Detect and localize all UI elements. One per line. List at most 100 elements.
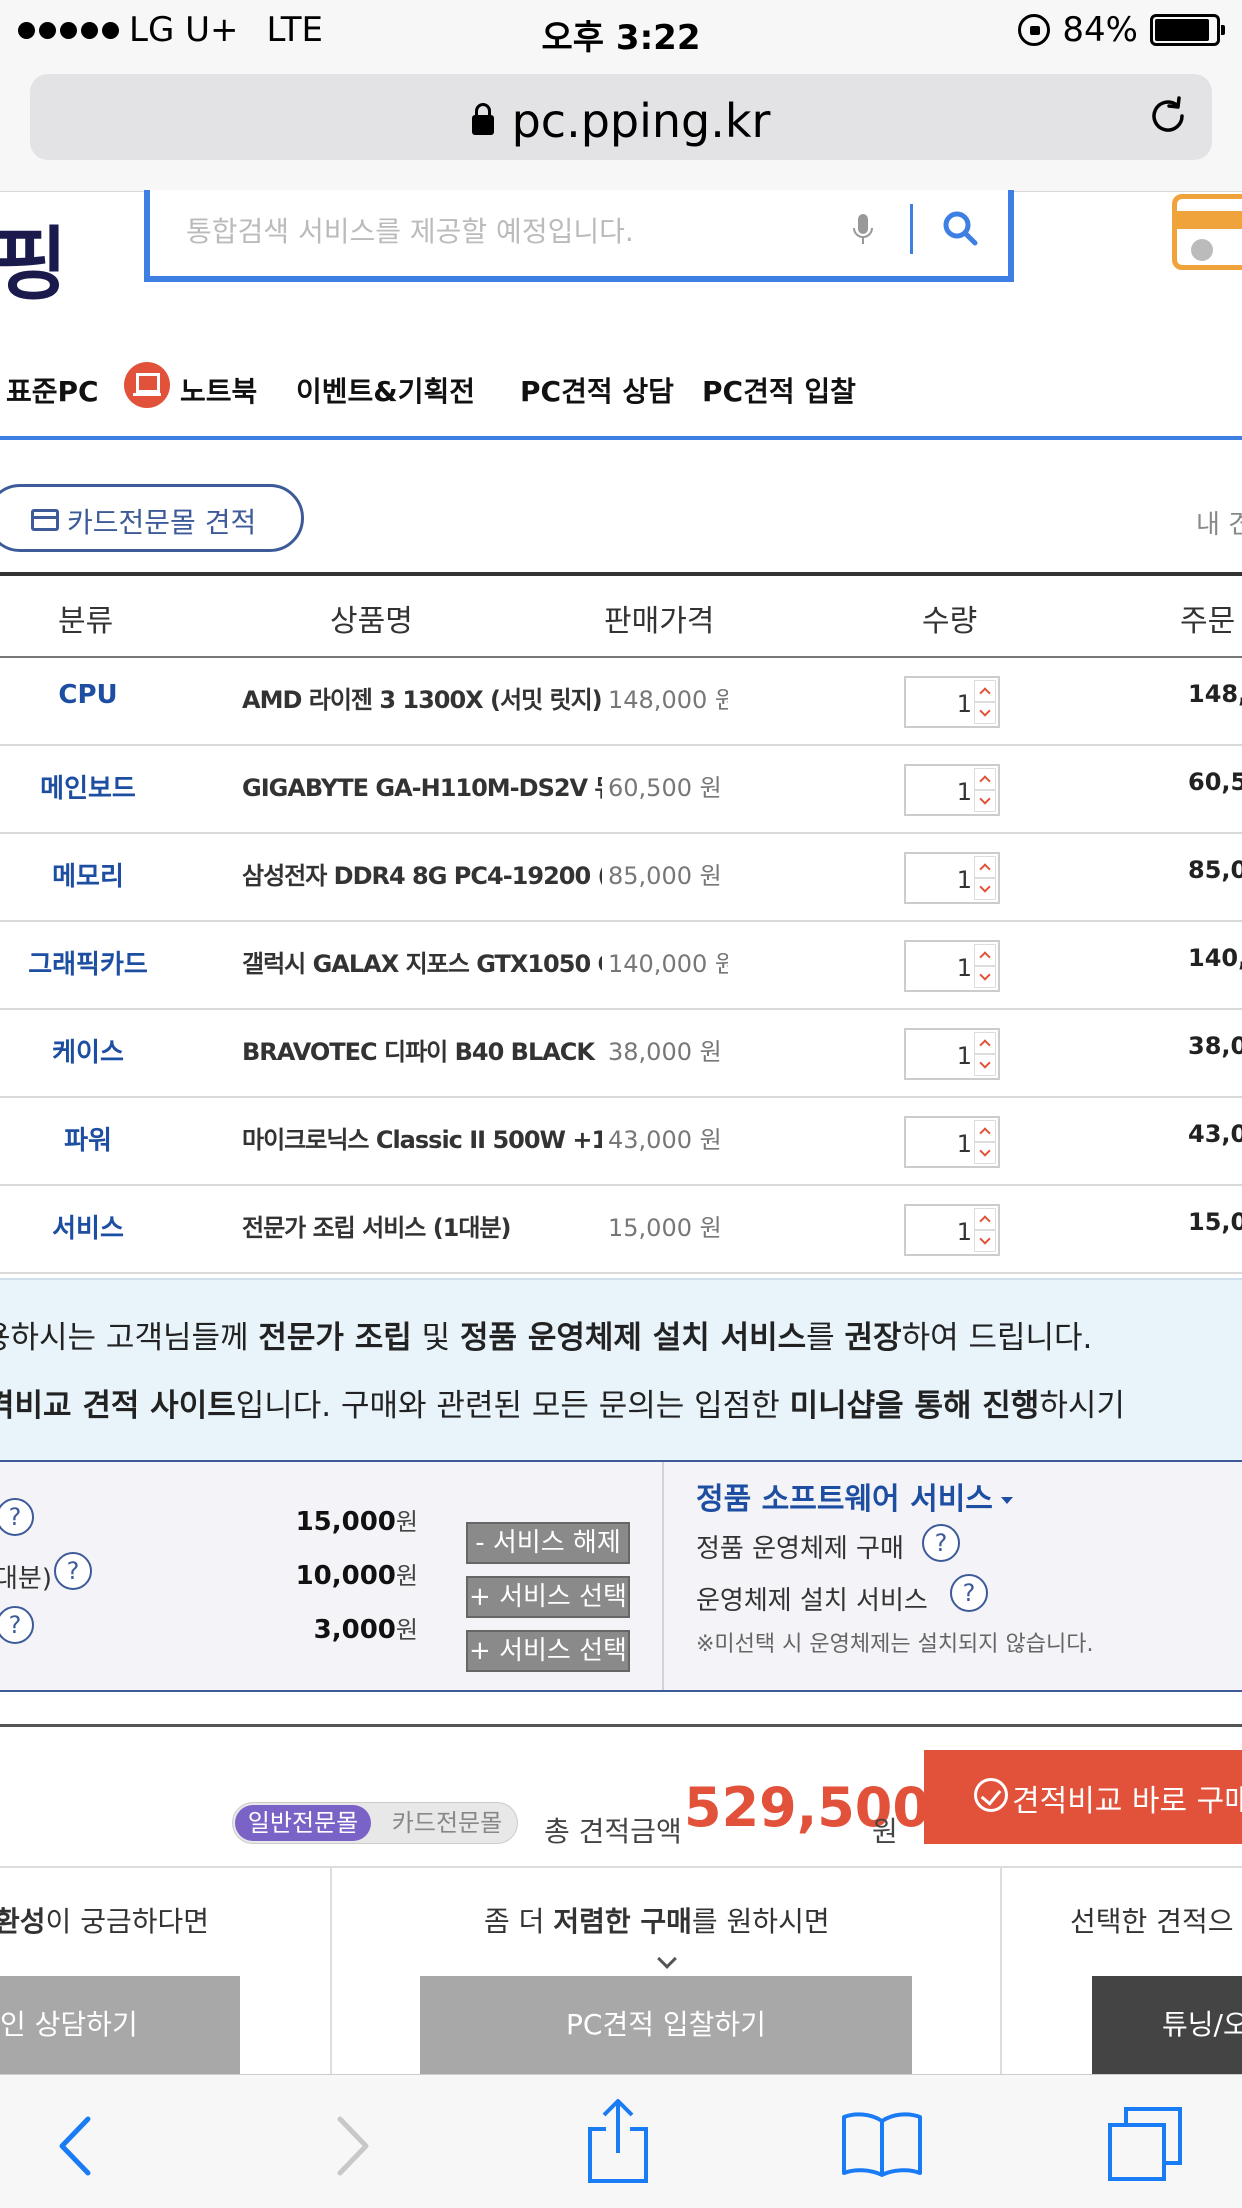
quantity-stepper[interactable]: 1 — [904, 676, 1000, 728]
nav-item-notebook[interactable]: 노트북 — [180, 370, 257, 410]
nav-item-standard-pc[interactable]: 표준PC — [6, 370, 99, 410]
row-category[interactable]: 그래픽카드 — [0, 944, 176, 981]
services-panel: ? 15,000원 - 서비스 해제 대분) ? 10,000원 + 서비스 선… — [0, 1460, 1242, 1692]
chevron-down-icon[interactable] — [974, 878, 996, 900]
tuning-button[interactable]: 튜닝/오 — [1092, 1976, 1242, 2074]
row-price: 15,000 원 — [608, 1214, 722, 1242]
software-service-dropdown[interactable]: 정품 소프트웨어 서비스 — [696, 1474, 1013, 1518]
help-icon[interactable]: ? — [950, 1574, 988, 1612]
tabs-icon[interactable] — [1106, 2105, 1184, 2183]
quantity-stepper[interactable]: 1 — [904, 940, 1000, 992]
promo-text: 이 궁금하다면 — [45, 1905, 209, 1938]
bid-button[interactable]: PC견적 입찰하기 — [420, 1976, 912, 2074]
chevron-down-icon[interactable] — [974, 966, 996, 988]
row-product-name[interactable]: 삼성전자 DDR4 8G PC4-19200 (정품) — [242, 856, 602, 891]
chevron-up-icon[interactable] — [974, 768, 996, 790]
table-row: 메인보드 GIGABYTE GA-H110M-DS2V 듀러블60,500 원 1 6… — [0, 746, 1242, 834]
row-category[interactable]: 메인보드 — [0, 768, 176, 805]
url-display[interactable]: pc.pping.kr — [30, 94, 1212, 148]
quantity-stepper[interactable]: 1 — [904, 764, 1000, 816]
site-logo[interactable]: 핑 — [0, 200, 68, 316]
chevron-down-icon[interactable] — [974, 790, 996, 812]
row-category[interactable]: CPU — [0, 680, 176, 710]
quantity-stepper[interactable]: 1 — [904, 1116, 1000, 1168]
chevron-down-icon[interactable] — [974, 1054, 996, 1076]
share-icon[interactable] — [586, 2099, 650, 2185]
chevron-up-icon[interactable] — [974, 1208, 996, 1230]
os-install-label: 운영체제 설치 서비스 — [696, 1586, 928, 1616]
service-price-assembly: 15,000원 — [218, 1502, 418, 1537]
quantity-value[interactable]: 1 — [906, 690, 972, 718]
row-product-name[interactable]: 마이크로닉스 Classic II 500W +12V — [242, 1120, 602, 1155]
service-cancel-button[interactable]: - 서비스 해제 — [466, 1522, 630, 1564]
quantity-value[interactable]: 1 — [906, 1218, 972, 1246]
row-category[interactable]: 케이스 — [0, 1032, 176, 1069]
toggle-card-mall[interactable]: 카드전문몰 — [379, 1805, 515, 1841]
nav-item-consult[interactable]: PC견적 상담 — [520, 370, 674, 410]
bookmarks-icon[interactable] — [840, 2111, 924, 2177]
search-input[interactable]: 통합검색 서비스를 제공할 예정입니다. — [186, 210, 634, 250]
promo-text-tuning: 선택한 견적으 — [1070, 1905, 1234, 1938]
nav-item-events[interactable]: 이벤트&기획전 — [296, 370, 475, 410]
service-select-button[interactable]: + 서비스 선택 — [466, 1630, 630, 1672]
row-product-name[interactable]: GIGABYTE GA-H110M-DS2V 듀러블 — [242, 768, 602, 803]
total-label: 총 견적금액 — [544, 1815, 682, 1848]
chevron-down-icon[interactable] — [974, 1230, 996, 1252]
row-product-name[interactable]: AMD 라이젠 3 1300X (서밋 릿지) (정품) — [242, 680, 602, 715]
row-product-name[interactable]: BRAVOTEC 디파이 B40 BLACK — [242, 1032, 602, 1067]
promo-text: 좀 더 — [484, 1905, 554, 1938]
card-promo-icon[interactable] — [1172, 194, 1242, 270]
quantity-value[interactable]: 1 — [906, 778, 972, 806]
row-product-name[interactable]: 갤럭시 GALAX 지포스 GTX1050 OC — [242, 944, 602, 979]
help-icon[interactable]: ? — [0, 1498, 34, 1536]
chevron-up-icon[interactable] — [974, 1032, 996, 1054]
chevron-down-icon[interactable] — [974, 1142, 996, 1164]
help-icon[interactable]: ? — [54, 1552, 92, 1590]
row-category[interactable]: 서비스 — [0, 1208, 176, 1245]
service-select-button[interactable]: + 서비스 선택 — [466, 1576, 630, 1618]
row-category[interactable]: 파워 — [0, 1120, 176, 1157]
chevron-up-icon[interactable] — [974, 944, 996, 966]
toggle-general-mall[interactable]: 일반전문몰 — [235, 1805, 371, 1841]
laptop-icon[interactable] — [124, 362, 170, 408]
browser-chrome: pc.pping.kr — [0, 62, 1242, 192]
consult-button[interactable]: 인 상담하기 — [0, 1976, 240, 2074]
help-icon[interactable]: ? — [922, 1524, 960, 1562]
quantity-value[interactable]: 1 — [906, 1130, 972, 1158]
chevron-up-icon[interactable] — [974, 680, 996, 702]
row-product-name[interactable]: 전문가 조립 서비스 (1대분) — [242, 1208, 602, 1243]
card-mall-estimate-button[interactable]: 카드전문몰 견적 — [0, 484, 304, 552]
buy-now-button[interactable]: 견적비교 바로 구매 — [924, 1750, 1242, 1844]
quantity-stepper[interactable]: 1 — [904, 1204, 1000, 1256]
mall-type-toggle[interactable]: 일반전문몰 카드전문몰 — [232, 1802, 518, 1844]
won-unit: 원 — [395, 1616, 418, 1644]
reload-icon[interactable] — [1146, 94, 1190, 138]
th-order: 주문 — [1180, 604, 1236, 639]
address-bar[interactable]: pc.pping.kr — [30, 74, 1212, 160]
microphone-icon[interactable] — [850, 212, 876, 248]
chevron-up-icon[interactable] — [974, 1120, 996, 1142]
forward-icon[interactable] — [332, 2115, 372, 2177]
table-row: 메모리 삼성전자 DDR4 8G PC4-19200 (정품)85,000 원 1 8… — [0, 834, 1242, 922]
search-box[interactable]: 통합검색 서비스를 제공할 예정입니다. — [144, 190, 1014, 282]
quantity-value[interactable]: 1 — [906, 866, 972, 894]
nav-underline — [0, 436, 1242, 440]
row-category[interactable]: 메모리 — [0, 856, 176, 893]
notice-emphasis: 정품 운영체제 설치 서비스 — [460, 1320, 807, 1356]
quantity-stepper[interactable]: 1 — [904, 1028, 1000, 1080]
notice-line-1: 용하시는 고객님들께 전문가 조립 및 정품 운영체제 설치 서비스를 권장하여… — [0, 1312, 1092, 1357]
won-unit: 원 — [395, 1508, 418, 1536]
help-icon[interactable]: ? — [0, 1606, 34, 1644]
back-icon[interactable] — [56, 2115, 96, 2177]
chevron-down-icon[interactable] — [974, 702, 996, 724]
promo-text: 를 원하시면 — [691, 1905, 830, 1938]
quantity-value[interactable]: 1 — [906, 1042, 972, 1070]
quantity-value[interactable]: 1 — [906, 954, 972, 982]
url-text: pc.pping.kr — [511, 94, 771, 148]
chevron-up-icon[interactable] — [974, 856, 996, 878]
nav-item-bid[interactable]: PC견적 입찰 — [702, 370, 856, 410]
quantity-stepper[interactable]: 1 — [904, 852, 1000, 904]
search-icon[interactable] — [940, 208, 980, 248]
credit-card-icon — [31, 509, 59, 531]
my-estimate-link[interactable]: 내 견 — [1196, 504, 1242, 541]
